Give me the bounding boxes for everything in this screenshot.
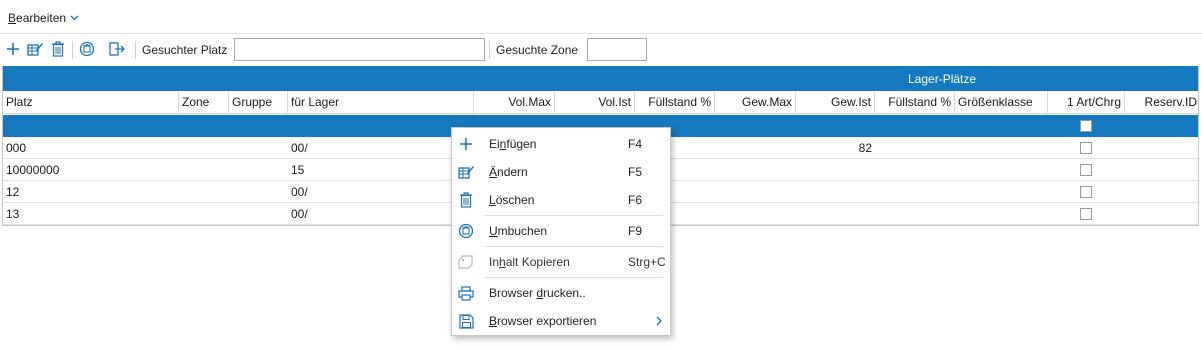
cell-fuer-lager: 15 [291,163,305,177]
toolbar-separator [72,41,73,59]
searched-place-label: Gesuchter Platz [142,43,228,57]
cell-platz: 000 [6,141,27,155]
menu-bar: Bearbeiten [0,0,1202,34]
column-header-row: Platz Zone Gruppe für Lager Vol.Max Vol.… [3,91,1198,114]
single-article-checkbox[interactable] [1080,164,1092,176]
menu-item-change[interactable]: Ändern F5 [452,159,670,185]
column-header-reserv-id[interactable]: Reserv.ID [1125,91,1198,114]
context-menu: Einfügen F4 Ändern F5 Löschen F6 Umbuche… [451,127,671,336]
menu-item-shortcut: F6 [628,193,643,207]
cell-gew-ist: 82 [858,141,872,155]
menu-item-shortcut: Strg+C [628,255,666,269]
searched-place-input[interactable] [234,38,485,61]
column-header-gruppe[interactable]: Gruppe [229,91,288,114]
add-icon [457,135,475,153]
label-part: öschen [495,193,535,207]
menu-separator [485,246,663,247]
menu-item-shortcut: F9 [628,224,643,238]
cell-fuer-lager: 00/ [291,185,308,199]
column-header-platz[interactable]: Platz [3,91,179,114]
menu-item-label: Browser drucken.. [489,286,586,300]
menu-item-shortcut: F5 [628,165,643,179]
printer-icon [457,284,475,302]
single-article-checkbox[interactable] [1080,120,1092,132]
menu-item-label: Umbuchen [489,224,547,238]
toolbar-separator [135,41,136,59]
edit-icon[interactable] [26,40,44,58]
menu-item-label: Ändern [489,165,528,179]
column-header-zone[interactable]: Zone [179,91,229,114]
menu-edit-mnemonic: B [8,11,17,25]
searched-zone-label: Gesuchte Zone [496,43,579,57]
menu-item-export-browser[interactable]: Browser exportieren [452,308,670,334]
cell-platz: 13 [6,207,20,221]
label-part: alt Kopieren [505,255,570,269]
label-part: rucken.. [543,286,586,300]
single-article-checkbox[interactable] [1080,142,1092,154]
label-part: mbuchen [497,224,548,238]
column-header-groessenklasse[interactable]: Größenklasse [955,91,1048,114]
rebook-icon [457,222,475,240]
cell-fuer-lager: 00/ [291,207,308,221]
cell-platz: 12 [6,185,20,199]
label-part: ndern [497,165,528,179]
label-mnemonic: h [499,255,506,269]
single-article-checkbox[interactable] [1080,186,1092,198]
label-part: Ei [489,137,500,151]
menu-separator [485,277,663,278]
delete-icon[interactable] [49,40,67,58]
label-mnemonic: L [489,193,496,207]
copy-tag-icon [457,253,475,271]
menu-item-shortcut: F4 [628,137,643,151]
column-header-fuellstand-gew[interactable]: Füllstand % [875,91,955,114]
label-mnemonic: B [489,314,498,328]
cell-platz: 10000000 [6,163,60,177]
edit-icon [457,163,475,181]
menu-edit[interactable]: Bearbeiten [8,10,79,26]
menu-item-label: Einfügen [489,137,536,151]
searched-zone-input[interactable] [587,38,647,61]
column-header-gew-ist[interactable]: Gew.Ist [796,91,875,114]
menu-item-label: Browser exportieren [489,314,596,328]
label-part: rowser exportieren [497,314,597,328]
cell-fuer-lager: 00/ [291,141,308,155]
menu-item-copy-content[interactable]: Inhalt Kopieren Strg+C [452,249,670,275]
label-part: Browser [489,286,537,300]
label-part: fügen [506,137,537,151]
delete-icon [457,191,475,209]
toolbar-separator [489,41,490,59]
column-header-vol-max[interactable]: Vol.Max [474,91,555,114]
cell-platz [3,115,179,137]
label-mnemonic: Ä [489,165,498,179]
column-header-vol-ist[interactable]: Vol.Ist [555,91,635,114]
menu-item-label: Inhalt Kopieren [489,255,570,269]
column-header-fuer-lager[interactable]: für Lager [288,91,474,114]
label-mnemonic: U [489,224,498,238]
column-header-fuellstand-vol[interactable]: Füllstand % [635,91,715,114]
menu-item-delete[interactable]: Löschen F6 [452,187,670,213]
single-article-checkbox[interactable] [1080,208,1092,220]
menu-item-rebook[interactable]: Umbuchen F9 [452,218,670,244]
add-icon[interactable] [4,40,22,58]
menu-item-print-browser[interactable]: Browser drucken.. [452,280,670,306]
group-header-bar: Lager-Plätze [3,66,1198,91]
column-header-art-chrg[interactable]: 1 Art/Chrg [1048,91,1125,114]
menu-separator [485,215,663,216]
group-title: Lager-Plätze [908,72,977,86]
label-part: In [489,255,500,269]
rebook-icon[interactable] [78,40,96,58]
toolbar: Gesuchter Platz Gesuchte Zone [0,35,1202,65]
column-header-gew-max[interactable]: Gew.Max [715,91,796,114]
menu-edit-label: earbeiten [16,11,67,25]
chevron-down-icon [70,15,79,21]
menu-item-insert[interactable]: Einfügen F4 [452,131,670,157]
save-icon [457,312,475,330]
chevron-right-icon [656,316,662,326]
export-icon[interactable] [108,40,126,58]
menu-item-label: Löschen [489,193,534,207]
